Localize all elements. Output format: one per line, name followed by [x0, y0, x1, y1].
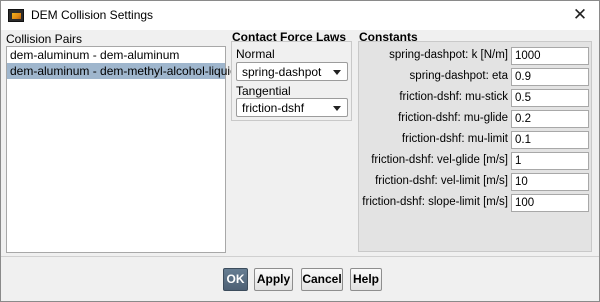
title-bar: DEM Collision Settings ✕ — [1, 1, 599, 30]
app-icon — [8, 9, 24, 22]
constant-label: friction-dshf: mu-stick — [399, 91, 508, 103]
constant-label: friction-dshf: vel-glide [m/s] — [371, 154, 508, 166]
collision-pair-item-selected[interactable]: dem-aluminum - dem-methyl-alcohol-liquid — [7, 63, 237, 79]
dem-collision-settings-dialog: DEM Collision Settings ✕ Collision Pairs… — [0, 0, 600, 302]
constant-label: spring-dashpot: k [N/m] — [389, 49, 508, 61]
close-icon[interactable]: ✕ — [569, 5, 591, 25]
normal-label: Normal — [236, 47, 275, 61]
constant-input-mu-stick[interactable]: 0.5 — [511, 89, 589, 107]
normal-law-value: spring-dashpot — [242, 65, 322, 79]
constant-input-slope-limit[interactable]: 100 — [511, 194, 589, 212]
constant-row-mu-glide: friction-dshf: mu-glide 0.2 — [359, 110, 591, 128]
constant-input-k[interactable]: 1000 — [511, 47, 589, 65]
chevron-down-icon — [333, 70, 341, 75]
constant-input-mu-limit[interactable]: 0.1 — [511, 131, 589, 149]
constant-row-vel-limit: friction-dshf: vel-limit [m/s] 10 — [359, 173, 591, 191]
chevron-down-icon — [333, 106, 341, 111]
button-bar: OK Apply Cancel Help — [1, 256, 599, 301]
constant-row-vel-glide: friction-dshf: vel-glide [m/s] 1 — [359, 152, 591, 170]
constant-row-k: spring-dashpot: k [N/m] 1000 — [359, 47, 591, 65]
constant-label: friction-dshf: slope-limit [m/s] — [362, 196, 508, 208]
constant-label: spring-dashpot: eta — [409, 70, 508, 82]
dialog-content: Collision Pairs dem-aluminum - dem-alumi… — [1, 30, 599, 256]
collision-pair-item[interactable]: dem-aluminum - dem-aluminum — [7, 47, 225, 63]
collision-pairs-label: Collision Pairs — [6, 32, 83, 46]
cancel-button[interactable]: Cancel — [301, 268, 343, 291]
apply-button[interactable]: Apply — [254, 268, 293, 291]
help-button[interactable]: Help — [350, 268, 382, 291]
constant-label: friction-dshf: mu-glide — [398, 112, 508, 124]
constant-input-vel-limit[interactable]: 10 — [511, 173, 589, 191]
tangential-label: Tangential — [236, 84, 291, 98]
tangential-law-dropdown[interactable]: friction-dshf — [236, 98, 348, 117]
constant-input-eta[interactable]: 0.9 — [511, 68, 589, 86]
window-title: DEM Collision Settings — [31, 8, 154, 22]
constant-label: friction-dshf: mu-limit — [401, 133, 508, 145]
constant-row-eta: spring-dashpot: eta 0.9 — [359, 68, 591, 86]
constant-input-vel-glide[interactable]: 1 — [511, 152, 589, 170]
tangential-law-value: friction-dshf — [242, 101, 305, 115]
ok-button[interactable]: OK — [223, 268, 248, 291]
constants-group: spring-dashpot: k [N/m] 1000 spring-dash… — [358, 41, 592, 252]
constant-row-mu-limit: friction-dshf: mu-limit 0.1 — [359, 131, 591, 149]
constant-label: friction-dshf: vel-limit [m/s] — [375, 175, 508, 187]
constant-row-mu-stick: friction-dshf: mu-stick 0.5 — [359, 89, 591, 107]
constant-input-mu-glide[interactable]: 0.2 — [511, 110, 589, 128]
contact-force-laws-group: Normal spring-dashpot Tangential frictio… — [231, 41, 352, 121]
collision-pairs-list[interactable]: dem-aluminum - dem-aluminum dem-aluminum… — [6, 46, 237, 253]
normal-law-dropdown[interactable]: spring-dashpot — [236, 62, 348, 81]
constant-row-slope-limit: friction-dshf: slope-limit [m/s] 100 — [359, 194, 591, 212]
